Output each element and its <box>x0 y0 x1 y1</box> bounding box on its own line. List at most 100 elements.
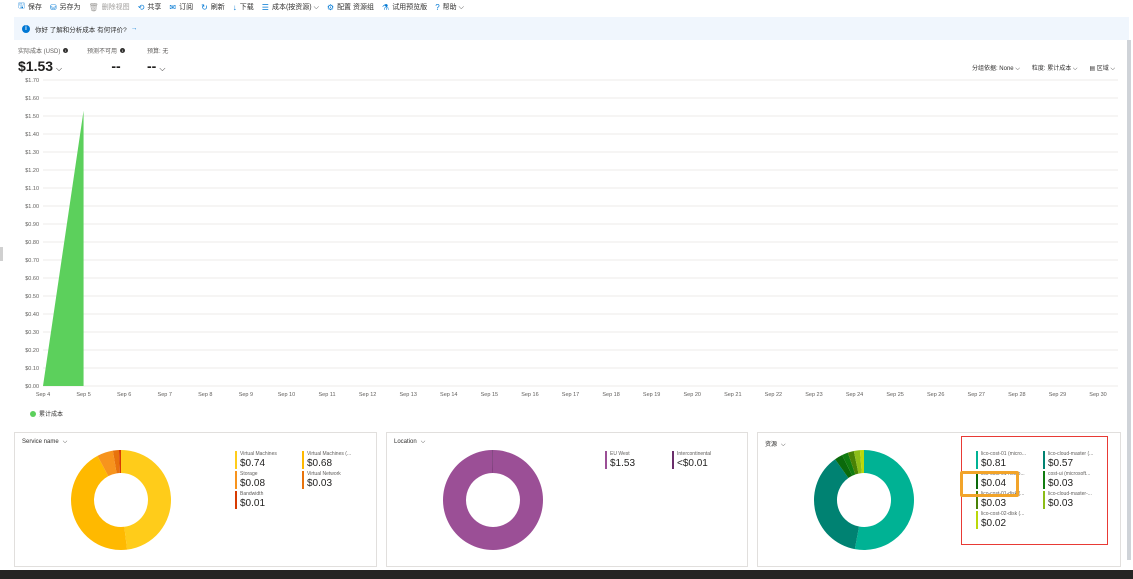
legend-item-value: $0.03 <box>307 478 333 489</box>
x-tick-label: Sep 13 <box>399 392 416 398</box>
toolbar-button-refresh[interactable]: ↻ 刷新 <box>201 2 225 12</box>
scrollbar[interactable] <box>1127 40 1131 560</box>
panel-location: Location ⌵ EU West $1.53 Intercontinental <$… <box>386 432 748 567</box>
y-tick-label: $0.80 <box>25 240 39 246</box>
kpi-forecast: 预测不可用 i -- <box>87 46 126 74</box>
chart-legend[interactable]: 累计成本 <box>30 409 63 418</box>
toolbar-button-save[interactable]: 🖫 保存 <box>18 0 42 14</box>
x-tick-label: Sep 23 <box>805 392 822 398</box>
toolbar-button-mail[interactable]: ✉ 订阅 <box>169 2 193 12</box>
x-tick-label: Sep 25 <box>886 392 903 398</box>
x-tick-label: Sep 12 <box>359 392 376 398</box>
toolbar-button-label: 保存 <box>27 4 42 11</box>
legend-item[interactable]: Storage $0.08 <box>235 471 295 489</box>
toolbar-button-label: 订阅 <box>179 4 194 11</box>
y-tick-label: $1.40 <box>25 132 39 138</box>
y-tick-label: $1.10 <box>25 186 39 192</box>
y-tick-label: $1.00 <box>25 204 39 210</box>
y-tick-label: $0.10 <box>25 366 39 372</box>
x-tick-label: Sep 4 <box>36 392 50 398</box>
y-tick-label: $0.20 <box>25 348 39 354</box>
legend-item-label: Storage <box>240 471 258 477</box>
toolbar-button-flask[interactable]: ⚗ 试用预览版 <box>382 2 427 12</box>
kpi-label: 实际成本 (USD) <box>18 49 61 55</box>
banner-text[interactable]: 你好 了解和分析成本 有何评价? <box>35 24 127 34</box>
panel-service-name: Service name ⌵ Virtual Machines $0.74 Virtu… <box>14 432 377 567</box>
kpi-label: 预算: 无 <box>147 49 169 55</box>
toolbar-button-list[interactable]: ☰ 成本(按资源) ⌵ <box>262 2 319 12</box>
y-tick-label: $0.50 <box>25 294 39 300</box>
x-tick-label: Sep 20 <box>684 392 701 398</box>
y-tick-label: $0.60 <box>25 276 39 282</box>
arrow-right-icon[interactable]: → <box>131 25 138 32</box>
x-tick-label: Sep 9 <box>239 392 253 398</box>
legend-color-bar <box>235 451 237 469</box>
kpi-label: 预测不可用 <box>87 49 118 55</box>
toolbar-button-label: 帮助 ⌵ <box>442 4 464 11</box>
y-tick-label: $0.90 <box>25 222 39 228</box>
toolbar-button-download[interactable]: ↓ 下载 <box>233 2 254 12</box>
toolbar-button-gear[interactable]: ⚙ 配置 资源组 <box>327 2 374 12</box>
download-icon: ↓ <box>232 2 237 12</box>
x-tick-label: Sep 26 <box>927 392 944 398</box>
legend-item-value: $1.53 <box>610 458 636 469</box>
legend-color-bar <box>235 471 237 489</box>
donut-chart <box>442 450 543 550</box>
x-tick-label: Sep 14 <box>440 392 457 398</box>
flask-icon: ⚗ <box>382 2 390 12</box>
legend-item-label: Virtual Machines <box>240 451 277 457</box>
y-tick-label: $1.60 <box>25 96 39 102</box>
x-tick-label: Sep 22 <box>765 392 782 398</box>
share-icon: ⟲ <box>137 2 145 12</box>
kpi-budget[interactable]: 预算: 无 -- ⌵ <box>147 46 168 74</box>
x-tick-label: Sep 10 <box>278 392 295 398</box>
toolbar-button-save-as[interactable]: ⛁ 另存为 <box>50 2 81 12</box>
toolbar-button-help[interactable]: ? 帮助 ⌵ <box>435 2 464 12</box>
legend-item[interactable]: Virtual Machines (... $0.68 <box>302 451 362 469</box>
legend-item-value: <$0.01 <box>677 458 708 469</box>
x-tick-label: Sep 7 <box>158 392 172 398</box>
x-tick-label: Sep 17 <box>562 392 579 398</box>
info-icon: i <box>120 48 126 53</box>
delete-icon: 🗑 <box>88 2 99 12</box>
legend-item[interactable]: EU West $1.53 <box>605 451 665 469</box>
legend-item[interactable]: Bandwidth $0.01 <box>235 491 295 509</box>
info-banner: i 你好 了解和分析成本 有何评价? → <box>14 17 1129 40</box>
toolbar-button-label: 成本(按资源) ⌵ <box>271 4 319 11</box>
toolbar-button-label: 试用预览版 <box>392 4 428 11</box>
toolbar-button-label: 下载 <box>239 4 254 11</box>
y-tick-label: $1.20 <box>25 168 39 174</box>
legend-item-value: $0.01 <box>240 498 266 509</box>
legend-item-value: $0.08 <box>240 478 266 489</box>
legend-item[interactable]: Intercontinental <$0.01 <box>672 451 732 469</box>
y-tick-label: $0.30 <box>25 330 39 336</box>
x-tick-label: Sep 30 <box>1089 392 1106 398</box>
legend-color-bar <box>302 471 304 489</box>
y-tick-label: $1.70 <box>25 78 39 84</box>
y-tick-label: $0.00 <box>25 384 39 390</box>
x-tick-label: Sep 27 <box>968 392 985 398</box>
legend-item-value: $0.74 <box>240 458 266 469</box>
legend-item-label: Intercontinental <box>677 451 712 457</box>
toolbar-button-share[interactable]: ⟲ 共享 <box>138 2 162 12</box>
y-tick-label: $0.40 <box>25 312 39 318</box>
y-tick-label: $1.30 <box>25 150 39 156</box>
legend-item-label: EU West <box>610 451 630 457</box>
x-tick-label: Sep 28 <box>1008 392 1025 398</box>
legend-item[interactable]: Virtual Machines $0.74 <box>235 451 295 469</box>
legend-color-bar <box>235 491 237 509</box>
info-icon: i <box>63 48 69 53</box>
legend-color-bar <box>672 451 674 469</box>
legend-item-value: $0.68 <box>307 458 333 469</box>
toolbar-button-label: 配置 资源组 <box>337 4 375 11</box>
x-tick-label: Sep 24 <box>846 392 863 398</box>
toolbar-button-delete[interactable]: 🗑 删除视图 <box>89 2 130 12</box>
donut-chart <box>814 450 915 550</box>
gear-icon: ⚙ <box>326 2 335 12</box>
legend-item[interactable]: Virtual Network $0.03 <box>302 471 362 489</box>
x-tick-label: Sep 11 <box>319 392 336 398</box>
kpi-actual-cost[interactable]: 实际成本 (USD) i $1.53 ⌵ <box>18 46 69 74</box>
y-tick-label: $1.50 <box>25 114 39 120</box>
legend-swatch <box>30 410 36 417</box>
donut-slice[interactable] <box>121 450 171 550</box>
